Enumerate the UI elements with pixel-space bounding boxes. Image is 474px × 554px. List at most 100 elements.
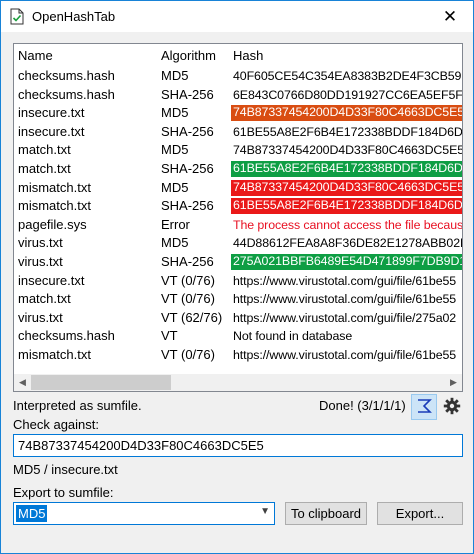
row-hash-cell: 6E843C0766D80DD191927CC6EA5EF5FBEC [231, 87, 462, 103]
table-row[interactable]: match.txt MD5 74B87337454200D4D33F80C4663D… [14, 141, 462, 160]
table-row[interactable]: match.txt VT (0/76) https://www.virustotal… [14, 290, 462, 309]
table-row[interactable]: checksums.hash SHA-256 6E843C0766D80DD1919… [14, 86, 462, 105]
scrollbar-thumb[interactable] [31, 375, 171, 390]
table-row[interactable]: mismatch.txt VT (0/76) https://www.virusto… [14, 346, 462, 365]
list-rows: checksums.hash MD5 40F605CE54C354EA8383B2D… [14, 67, 462, 365]
row-hash: 74B87337454200D4D33F80C4663DC5E5 [231, 105, 462, 122]
scroll-left-icon[interactable]: ◀ [14, 374, 31, 391]
row-hash: The process cannot access the file becau… [233, 217, 462, 232]
row-hash: 275A021BBFB6489E54D471899F7DB9D1663F [231, 253, 462, 270]
table-row[interactable]: insecure.txt VT (0/76) https://www.virusto… [14, 272, 462, 291]
row-hash: 61BE55A8E2F6B4E172338BDDF184D6DBEE [233, 124, 462, 139]
row-name: match.txt [18, 160, 71, 176]
row-algorithm: MD5 [161, 68, 189, 83]
table-row[interactable]: virus.txt MD5 44D88612FEA8A8F36DE82E1278AB… [14, 234, 462, 253]
row-algorithm: MD5 [161, 179, 189, 195]
row-name: match.txt [18, 142, 71, 158]
row-algorithm: MD5 [161, 105, 189, 121]
row-hash: 74B87337454200D4D33F80C4663DC5E5 [233, 143, 462, 158]
export-algorithm-select[interactable]: MD5 ▼ [13, 502, 275, 525]
row-hash: https://www.virustotal.com/gui/file/61be… [233, 347, 457, 362]
row-hash: https://www.virustotal.com/gui/file/61be… [233, 273, 457, 288]
row-name: pagefile.sys [18, 216, 87, 232]
row-algorithm: VT (0/76) [161, 346, 215, 362]
window-title: OpenHashTab [32, 9, 116, 24]
row-hash-cell: https://www.virustotal.com/gui/file/275a… [231, 310, 462, 326]
table-row[interactable]: checksums.hash MD5 40F605CE54C354EA8383B2D… [14, 67, 462, 86]
row-algorithm: SHA-256 [161, 86, 214, 102]
sumfile-toggle-button[interactable] [411, 394, 437, 420]
column-header-hash[interactable]: Hash [233, 48, 263, 63]
check-result: MD5 / insecure.txt [13, 462, 118, 477]
row-hash: 40F605CE54C354EA8383B2DE4F3CB599 [233, 69, 462, 83]
row-hash-cell: 61BE55A8E2F6B4E172338BDDF184D6DBEE [231, 124, 462, 140]
row-hash-cell: 74B87337454200D4D33F80C4663DC5E5 [231, 142, 462, 158]
hash-list[interactable]: Name Algorithm Hash checksums.hash MD5 40F… [13, 43, 463, 392]
column-header-algorithm[interactable]: Algorithm [161, 48, 216, 63]
row-hash-cell: 74B87337454200D4D33F80C4663DC5E5 [231, 179, 462, 196]
row-name: mismatch.txt [18, 198, 91, 214]
to-clipboard-button[interactable]: To clipboard [285, 502, 367, 525]
row-algorithm: SHA-256 [161, 160, 214, 176]
row-hash-cell: https://www.virustotal.com/gui/file/61be… [231, 291, 462, 307]
row-hash-cell: 44D88612FEA8A8F36DE82E1278ABB02F [231, 235, 462, 251]
row-hash-cell: 74B87337454200D4D33F80C4663DC5E5 [231, 105, 462, 122]
row-algorithm: Error [161, 216, 190, 232]
done-status: Done! (3/1/1/1) [319, 398, 406, 413]
row-name: checksums.hash [18, 68, 115, 83]
row-hash-cell: 40F605CE54C354EA8383B2DE4F3CB599 [231, 68, 462, 84]
row-name: mismatch.txt [18, 346, 91, 362]
sum-icon [416, 398, 432, 417]
row-hash-cell: Not found in database [231, 328, 462, 344]
table-row[interactable]: insecure.txt SHA-256 61BE55A8E2F6B4E172338… [14, 123, 462, 142]
row-algorithm: SHA-256 [161, 253, 214, 269]
export-label: Export to sumfile: [13, 485, 114, 500]
row-name: insecure.txt [18, 272, 85, 288]
row-name: checksums.hash [18, 328, 115, 344]
row-algorithm: MD5 [161, 235, 189, 251]
row-algorithm: SHA-256 [161, 123, 214, 139]
row-name: virus.txt [18, 309, 63, 325]
settings-button[interactable] [439, 394, 465, 420]
row-hash: https://www.virustotal.com/gui/file/61be… [233, 292, 457, 307]
table-row[interactable]: pagefile.sys Error The process cannot acce… [14, 216, 462, 235]
title-bar: OpenHashTab ✕ [1, 1, 473, 32]
table-row[interactable]: mismatch.txt SHA-256 61BE55A8E2F6B4E172338… [14, 197, 462, 216]
row-name: mismatch.txt [18, 179, 91, 195]
row-name: insecure.txt [18, 123, 85, 139]
row-hash-cell: 61BE55A8E2F6B4E172338BDDF184D6DBEE [231, 198, 462, 215]
row-hash: 74B87337454200D4D33F80C4663DC5E5 [231, 179, 462, 196]
export-button[interactable]: Export... [377, 502, 463, 525]
interpreted-status: Interpreted as sumfile. [13, 398, 142, 413]
app-window: OpenHashTab ✕ Name Algorithm Hash checks… [0, 0, 474, 554]
row-hash-cell: https://www.virustotal.com/gui/file/61be… [231, 347, 462, 363]
table-row[interactable]: insecure.txt MD5 74B87337454200D4D33F80C46… [14, 104, 462, 123]
table-row[interactable]: mismatch.txt MD5 74B87337454200D4D33F80C46… [14, 179, 462, 198]
scroll-right-icon[interactable]: ▶ [445, 374, 462, 391]
row-algorithm: MD5 [161, 142, 189, 158]
row-hash-cell: 275A021BBFB6489E54D471899F7DB9D1663F [231, 253, 462, 270]
check-against-label: Check against: [13, 417, 99, 432]
row-hash: 61BE55A8E2F6B4E172338BDDF184D6DBEE [231, 198, 462, 215]
row-hash: https://www.virustotal.com/gui/file/275a… [233, 310, 457, 325]
app-icon [10, 8, 24, 25]
row-hash-cell: The process cannot access the file becau… [231, 217, 462, 233]
check-against-input[interactable] [13, 434, 463, 457]
row-name: insecure.txt [18, 105, 85, 121]
row-algorithm: VT [161, 328, 178, 344]
row-name: virus.txt [18, 235, 63, 251]
row-hash-cell: 61BE55A8E2F6B4E172338BDDF184D6DBEE [231, 160, 462, 177]
table-row[interactable]: virus.txt SHA-256 275A021BBFB6489E54D47189… [14, 253, 462, 272]
row-hash: Not found in database [233, 329, 353, 344]
table-row[interactable]: checksums.hash VT Not found in database [14, 327, 462, 346]
row-algorithm: SHA-256 [161, 198, 214, 214]
close-button[interactable]: ✕ [427, 1, 473, 32]
export-algorithm-value: MD5 [16, 505, 48, 522]
row-name: match.txt [18, 291, 71, 307]
table-row[interactable]: virus.txt VT (62/76) https://www.virustota… [14, 309, 462, 328]
row-algorithm: VT (62/76) [161, 309, 223, 325]
horizontal-scrollbar[interactable]: ◀ ▶ [14, 374, 462, 391]
column-header-name[interactable]: Name [18, 48, 53, 63]
table-row[interactable]: match.txt SHA-256 61BE55A8E2F6B4E172338BDD… [14, 160, 462, 179]
chevron-down-icon[interactable]: ▼ [260, 506, 270, 517]
